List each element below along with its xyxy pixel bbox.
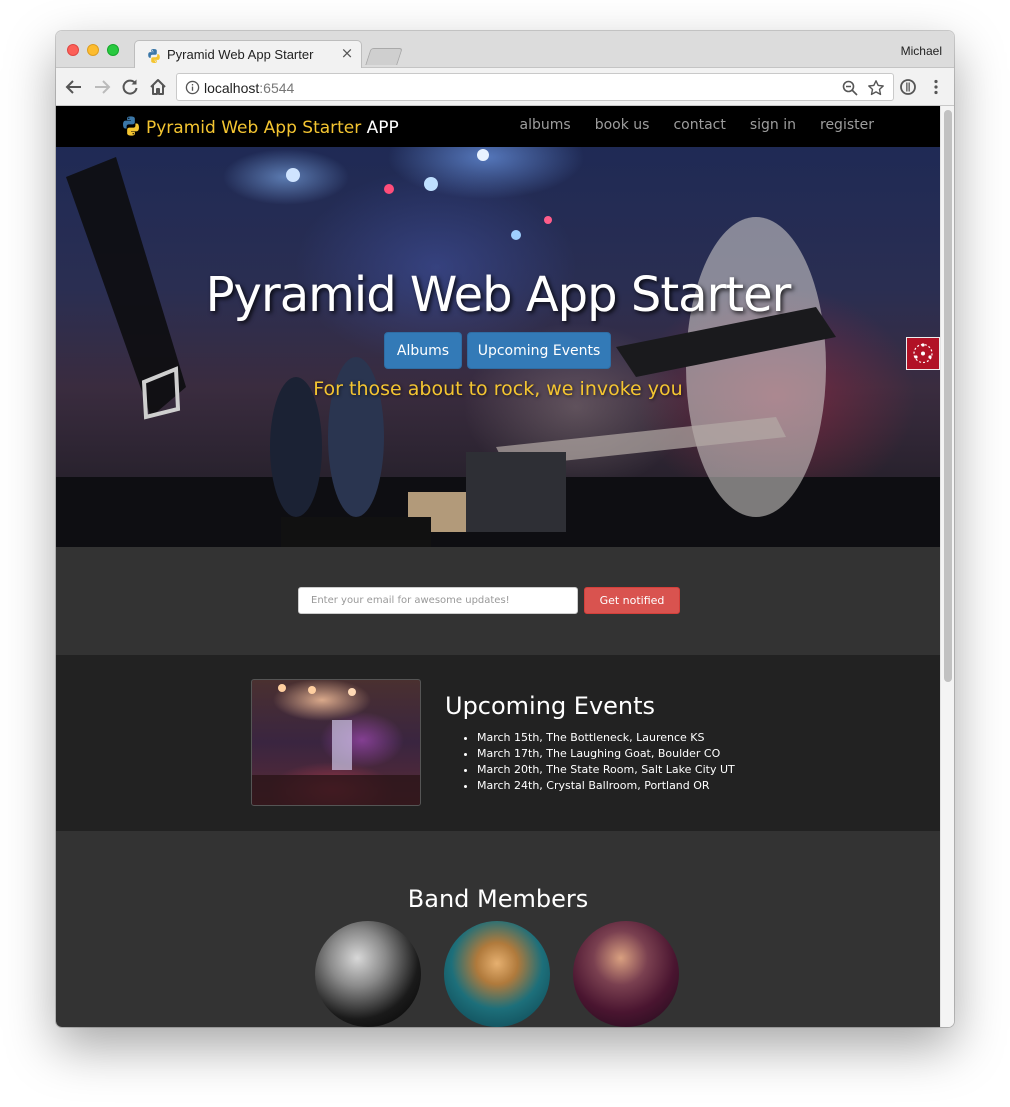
hero-section: Pyramid Web App Starter Albums Upcoming …	[56, 147, 940, 547]
scrollbar-thumb[interactable]	[944, 110, 952, 682]
event-item: March 17th, The Laughing Goat, Boulder C…	[477, 746, 735, 762]
zoom-icon[interactable]	[841, 79, 859, 97]
upcoming-events-button[interactable]: Upcoming Events	[467, 332, 611, 369]
back-arrow-icon[interactable]	[64, 77, 84, 97]
site-navbar: Pyramid Web App Starter APP albums book …	[56, 106, 940, 147]
albums-button[interactable]: Albums	[384, 332, 462, 369]
url-text: localhost:6544	[204, 80, 294, 96]
events-list: March 15th, The Bottleneck, Laurence KS …	[477, 730, 735, 794]
concert-photo	[251, 679, 421, 806]
title-bar: Pyramid Web App Starter × Michael	[56, 31, 954, 69]
new-tab-button[interactable]	[365, 48, 403, 65]
browser-window: Pyramid Web App Starter × Michael localh…	[56, 31, 954, 1027]
band-member-avatar	[315, 921, 421, 1027]
brand-name: Pyramid Web App Starter	[146, 118, 362, 138]
tab-close-icon[interactable]: ×	[339, 44, 355, 62]
bookmark-star-icon[interactable]	[867, 79, 885, 97]
band-member-avatar	[444, 921, 550, 1027]
forward-arrow-icon[interactable]	[92, 77, 112, 97]
close-window-button[interactable]	[67, 44, 79, 56]
event-item: March 20th, The State Room, Salt Lake Ci…	[477, 762, 735, 778]
minimize-window-button[interactable]	[87, 44, 99, 56]
brand-link[interactable]: Pyramid Web App Starter APP	[120, 115, 399, 138]
concert-crowd-image	[252, 684, 420, 805]
hero-title: Pyramid Web App Starter	[205, 267, 792, 323]
maximize-window-button[interactable]	[107, 44, 119, 56]
nav-link-book-us[interactable]: book us	[595, 117, 650, 133]
band-member-avatar	[573, 921, 679, 1027]
email-input[interactable]	[298, 587, 578, 614]
browser-tab[interactable]: Pyramid Web App Starter ×	[134, 40, 362, 69]
menu-dots-icon[interactable]	[926, 77, 946, 97]
page-viewport: Pyramid Web App Starter APP albums book …	[56, 106, 940, 1027]
notify-section: Get notified	[56, 547, 940, 655]
reload-icon[interactable]	[120, 77, 140, 97]
nav-link-albums[interactable]: albums	[520, 117, 571, 133]
python-logo-icon	[123, 116, 139, 136]
nav-link-register[interactable]: register	[820, 117, 874, 133]
get-notified-button[interactable]: Get notified	[584, 587, 680, 614]
profile-name[interactable]: Michael	[901, 44, 942, 58]
band-section: Band Members	[56, 831, 940, 1027]
extension-icon[interactable]	[898, 77, 918, 97]
debug-toolbar-icon[interactable]	[906, 337, 940, 370]
url-host: localhost	[204, 80, 260, 96]
site-info-icon[interactable]	[185, 80, 200, 95]
nav-links: albums book us contact sign in register	[520, 117, 874, 133]
events-title: Upcoming Events	[445, 692, 656, 720]
tab-title: Pyramid Web App Starter	[167, 47, 314, 62]
address-bar[interactable]: localhost:6544	[176, 73, 894, 101]
nav-link-sign-in[interactable]: sign in	[750, 117, 796, 133]
python-favicon-icon	[148, 49, 160, 63]
nav-link-contact[interactable]: contact	[673, 117, 725, 133]
browser-toolbar: localhost:6544	[56, 68, 954, 106]
hero-subtitle: For those about to rock, we invoke you	[313, 378, 683, 400]
home-icon[interactable]	[148, 77, 168, 97]
page-scrollbar[interactable]	[940, 106, 954, 1027]
events-section: Upcoming Events March 15th, The Bottlene…	[56, 655, 940, 831]
band-title: Band Members	[407, 885, 589, 913]
event-item: March 15th, The Bottleneck, Laurence KS	[477, 730, 735, 746]
event-item: March 24th, Crystal Ballroom, Portland O…	[477, 778, 735, 794]
url-port: :6544	[259, 80, 295, 96]
brand-suffix: APP	[366, 118, 399, 138]
